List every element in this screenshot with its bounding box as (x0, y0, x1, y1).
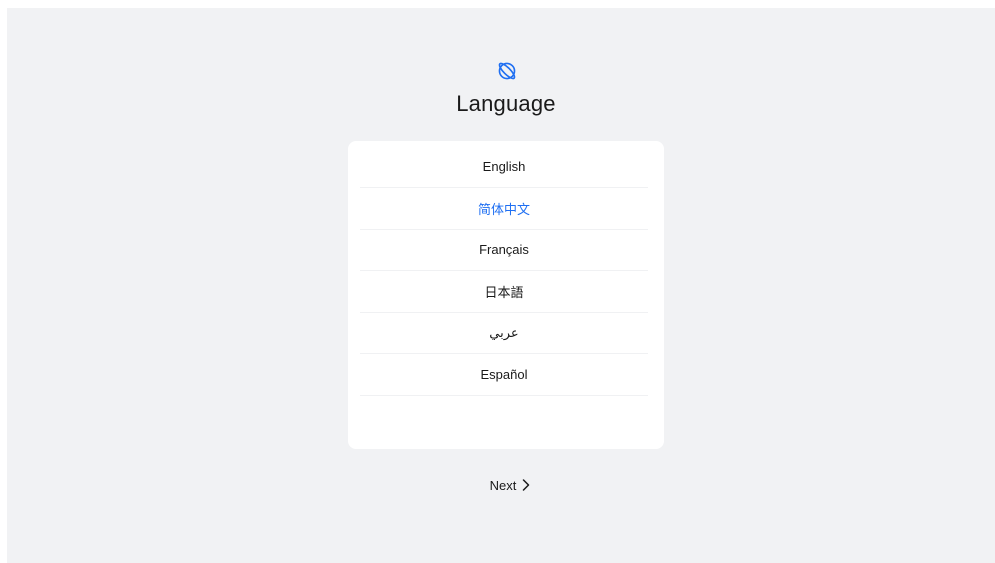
next-button-label: Next (489, 477, 517, 493)
language-option-arabic[interactable]: عربي (360, 312, 648, 354)
language-option-spanish[interactable]: Español (360, 354, 648, 396)
language-option-japanese[interactable]: 日本語 (360, 271, 648, 313)
language-screen: Language English 简体中文 Français 日本語 عربي … (7, 8, 995, 563)
language-option-simplified-chinese[interactable]: 简体中文 (360, 188, 648, 230)
next-button[interactable]: Next (485, 474, 535, 496)
language-option-french[interactable]: Français (360, 229, 648, 271)
language-list: English 简体中文 Français 日本語 عربي Español (348, 141, 664, 449)
chevron-right-icon (523, 479, 530, 491)
page-title: Language (456, 91, 556, 116)
globe-icon (498, 62, 516, 80)
language-option-english[interactable]: English (360, 146, 648, 188)
